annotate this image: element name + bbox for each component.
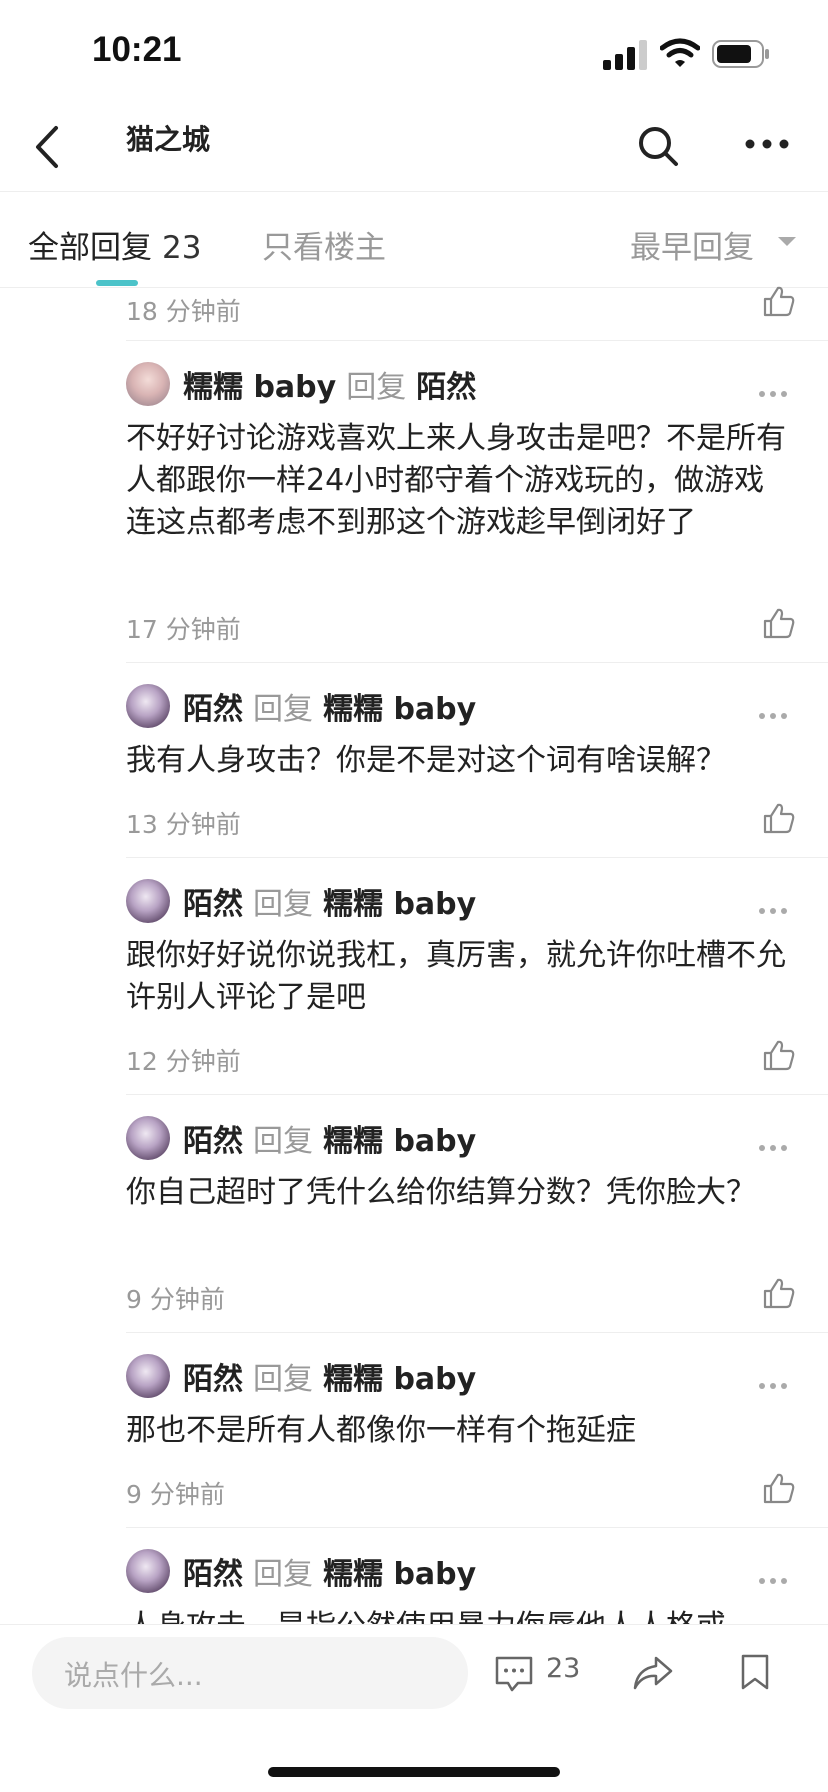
reply-target[interactable]: 陌然 xyxy=(416,370,476,405)
page-title: 猫之城 xyxy=(126,123,211,156)
more-icon[interactable] xyxy=(744,136,790,152)
reply-target[interactable]: 糯糯 baby xyxy=(323,1362,476,1397)
comment-time: 9 分钟前 xyxy=(126,1285,225,1314)
comment-header: 陌然 回复 糯糯 baby xyxy=(183,879,476,923)
reply-word: 回复 xyxy=(346,370,407,405)
avatar[interactable] xyxy=(126,684,170,728)
home-indicator[interactable] xyxy=(268,1767,560,1777)
reply-tabs: 全部回复 23 只看楼主 最早回复 xyxy=(0,192,828,288)
like-icon[interactable] xyxy=(762,1276,796,1310)
comment-more-icon[interactable] xyxy=(758,711,788,721)
bottom-action-bar: 说点什么... 23 xyxy=(0,1624,828,1792)
comment-time: 18 分钟前 xyxy=(126,297,241,326)
share-icon[interactable] xyxy=(632,1655,674,1691)
tab-all-label: 全部回复 xyxy=(28,230,152,266)
like-icon[interactable] xyxy=(762,801,796,835)
comment-input-placeholder: 说点什么... xyxy=(64,1659,203,1692)
cellular-signal-icon xyxy=(603,40,647,70)
comment-more-icon[interactable] xyxy=(758,1381,788,1391)
comment-header: 糯糯 baby 回复 陌然 xyxy=(183,362,476,406)
chevron-down-icon[interactable] xyxy=(778,237,796,246)
reply-target[interactable]: 糯糯 baby xyxy=(323,1557,476,1592)
comment-count[interactable]: 23 xyxy=(546,1653,580,1684)
comment-text: 那也不是所有人都像你一样有个拖延症 xyxy=(126,1413,636,1448)
comment-header: 陌然 回复 糯糯 baby xyxy=(183,1549,476,1593)
avatar[interactable] xyxy=(126,879,170,923)
reply-word: 回复 xyxy=(253,1557,313,1592)
divider xyxy=(126,1094,828,1095)
divider xyxy=(126,340,828,341)
comment-author[interactable]: 陌然 xyxy=(183,1124,243,1159)
reply-word: 回复 xyxy=(253,887,313,922)
comment-header: 陌然 回复 糯糯 baby xyxy=(183,1116,476,1160)
status-time: 10:21 xyxy=(92,30,182,69)
comment-time: 17 分钟前 xyxy=(126,615,241,644)
comment-author[interactable]: 陌然 xyxy=(183,887,243,922)
comment-author[interactable]: 糯糯 baby xyxy=(183,370,336,405)
comment-time: 9 分钟前 xyxy=(126,1480,225,1509)
reply-target[interactable]: 糯糯 baby xyxy=(323,1124,476,1159)
comment-author[interactable]: 陌然 xyxy=(183,692,243,727)
tab-owner-only[interactable]: 只看楼主 xyxy=(262,222,386,267)
comment-input[interactable]: 说点什么... xyxy=(32,1637,468,1709)
like-icon[interactable] xyxy=(762,1471,796,1505)
avatar[interactable] xyxy=(126,1549,170,1593)
divider xyxy=(126,1332,828,1333)
tab-all-count: 23 xyxy=(162,230,202,266)
like-icon[interactable] xyxy=(762,284,796,318)
bookmark-icon[interactable] xyxy=(740,1653,770,1691)
comment-more-icon[interactable] xyxy=(758,1576,788,1586)
tab-all-replies[interactable]: 全部回复 23 xyxy=(28,222,201,267)
reply-word: 回复 xyxy=(253,1362,313,1397)
comment-time: 13 分钟前 xyxy=(126,810,241,839)
comment-author[interactable]: 陌然 xyxy=(183,1362,243,1397)
sort-dropdown[interactable]: 最早回复 xyxy=(630,222,754,267)
comment-more-icon[interactable] xyxy=(758,1143,788,1153)
status-bar: 10:21 xyxy=(0,0,828,100)
comment-text: 我有人身攻击？你是不是对这个词有啥误解？ xyxy=(126,743,726,778)
nav-bar: 猫之城 xyxy=(0,100,828,192)
search-icon[interactable] xyxy=(636,124,680,168)
comment-header: 陌然 回复 糯糯 baby xyxy=(183,684,476,728)
comment-more-icon[interactable] xyxy=(758,389,788,399)
reply-word: 回复 xyxy=(253,1124,313,1159)
comment-text: 跟你好好说你说我杠，真厉害，就允许你吐槽不允许别人评论了是吧 xyxy=(126,938,786,1015)
divider xyxy=(126,662,828,663)
like-icon[interactable] xyxy=(762,606,796,640)
wifi-icon xyxy=(660,38,700,67)
comment-author[interactable]: 陌然 xyxy=(183,1557,243,1592)
reply-target[interactable]: 糯糯 baby xyxy=(323,887,476,922)
comment-more-icon[interactable] xyxy=(758,906,788,916)
divider xyxy=(126,857,828,858)
divider xyxy=(126,1527,828,1528)
reply-target[interactable]: 糯糯 baby xyxy=(323,692,476,727)
back-icon[interactable] xyxy=(30,124,64,170)
like-icon[interactable] xyxy=(762,1038,796,1072)
reply-word: 回复 xyxy=(253,692,313,727)
avatar[interactable] xyxy=(126,362,170,406)
active-tab-indicator xyxy=(96,280,138,286)
avatar[interactable] xyxy=(126,1116,170,1160)
comment-time: 12 分钟前 xyxy=(126,1047,241,1076)
comment-header: 陌然 回复 糯糯 baby xyxy=(183,1354,476,1398)
comment-text: 你自己超时了凭什么给你结算分数？凭你脸大？ xyxy=(126,1175,756,1210)
comment-text: 不好好讨论游戏喜欢上来人身攻击是吧？不是所有人都跟你一样24小时都守着个游戏玩的… xyxy=(126,421,786,540)
avatar[interactable] xyxy=(126,1354,170,1398)
comment-icon[interactable] xyxy=(494,1655,534,1693)
battery-icon xyxy=(712,40,769,68)
